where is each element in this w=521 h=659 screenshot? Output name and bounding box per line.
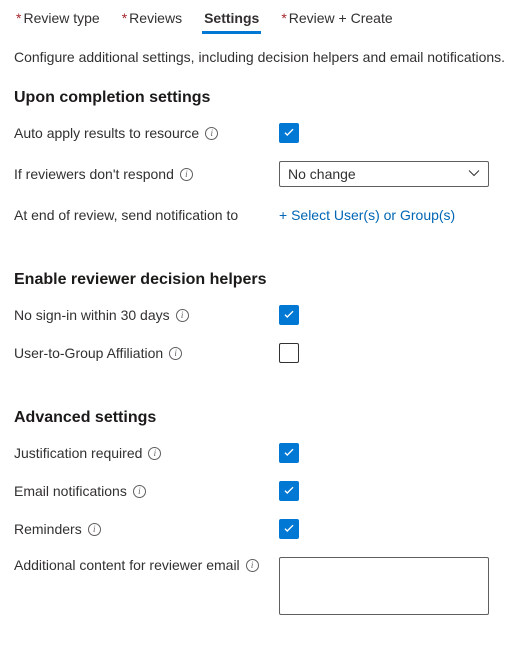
control-col — [279, 123, 507, 143]
label-col: Auto apply results to resource i — [14, 125, 279, 141]
tab-label: Settings — [204, 10, 259, 26]
label-col: No sign-in within 30 days i — [14, 307, 279, 323]
check-icon — [282, 446, 296, 460]
select-value: No change — [288, 166, 356, 182]
info-icon[interactable]: i — [148, 447, 161, 460]
row-additional-content: Additional content for reviewer email i — [0, 557, 521, 633]
tab-review-type[interactable]: *Review type — [14, 6, 102, 34]
check-icon — [282, 126, 296, 140]
additional-content-label: Additional content for reviewer email — [14, 557, 240, 573]
row-affiliation: User-to-Group Affiliation i — [0, 343, 521, 381]
no-respond-select[interactable]: No change — [279, 161, 489, 187]
required-marker: * — [16, 10, 21, 26]
row-email: Email notifications i — [0, 481, 521, 519]
label-col: Justification required i — [14, 445, 279, 461]
additional-content-textarea[interactable] — [279, 557, 489, 615]
email-checkbox[interactable] — [279, 481, 299, 501]
tab-reviews[interactable]: *Reviews — [120, 6, 184, 34]
row-no-respond: If reviewers don't respond i No change — [0, 161, 521, 205]
control-col: No change — [279, 161, 507, 187]
control-col — [279, 305, 507, 325]
label-col: At end of review, send notification to — [14, 207, 279, 223]
control-col: + Select User(s) or Group(s) — [279, 205, 507, 225]
tab-label: Review + Create — [289, 10, 393, 26]
no-signin-checkbox[interactable] — [279, 305, 299, 325]
info-icon[interactable]: i — [176, 309, 189, 322]
label-col: Additional content for reviewer email i — [14, 557, 279, 573]
no-respond-label: If reviewers don't respond — [14, 166, 174, 182]
no-signin-label: No sign-in within 30 days — [14, 307, 170, 323]
check-icon — [282, 484, 296, 498]
control-col — [279, 481, 507, 501]
info-icon[interactable]: i — [88, 523, 101, 536]
label-col: Reminders i — [14, 521, 279, 537]
tab-bar: *Review type *Reviews Settings *Review +… — [0, 0, 521, 35]
section-title-completion: Upon completion settings — [0, 89, 521, 123]
tab-review-create[interactable]: *Review + Create — [279, 6, 394, 34]
justification-label: Justification required — [14, 445, 142, 461]
check-icon — [282, 522, 296, 536]
check-icon — [282, 308, 296, 322]
section-title-advanced: Advanced settings — [0, 409, 521, 443]
info-icon[interactable]: i — [169, 347, 182, 360]
info-icon[interactable]: i — [205, 127, 218, 140]
justification-checkbox[interactable] — [279, 443, 299, 463]
info-icon[interactable]: i — [246, 559, 259, 572]
control-col — [279, 443, 507, 463]
control-col — [279, 557, 507, 615]
row-no-signin: No sign-in within 30 days i — [0, 305, 521, 343]
required-marker: * — [122, 10, 127, 26]
control-col — [279, 519, 507, 539]
label-col: Email notifications i — [14, 483, 279, 499]
end-notify-label: At end of review, send notification to — [14, 207, 238, 223]
tab-label: Review type — [23, 10, 99, 26]
row-reminders: Reminders i — [0, 519, 521, 557]
tab-label: Reviews — [129, 10, 182, 26]
control-col — [279, 343, 507, 363]
affiliation-label: User-to-Group Affiliation — [14, 345, 163, 361]
label-col: User-to-Group Affiliation i — [14, 345, 279, 361]
email-label: Email notifications — [14, 483, 127, 499]
intro-text: Configure additional settings, including… — [0, 35, 521, 89]
row-end-notify: At end of review, send notification to +… — [0, 205, 521, 243]
tab-settings[interactable]: Settings — [202, 6, 261, 34]
reminders-label: Reminders — [14, 521, 82, 537]
section-title-helpers: Enable reviewer decision helpers — [0, 271, 521, 305]
row-justification: Justification required i — [0, 443, 521, 481]
chevron-down-icon — [468, 166, 480, 182]
reminders-checkbox[interactable] — [279, 519, 299, 539]
required-marker: * — [281, 10, 286, 26]
affiliation-checkbox[interactable] — [279, 343, 299, 363]
select-users-link[interactable]: + Select User(s) or Group(s) — [279, 205, 455, 225]
auto-apply-label: Auto apply results to resource — [14, 125, 199, 141]
row-auto-apply: Auto apply results to resource i — [0, 123, 521, 161]
label-col: If reviewers don't respond i — [14, 166, 279, 182]
auto-apply-checkbox[interactable] — [279, 123, 299, 143]
info-icon[interactable]: i — [133, 485, 146, 498]
info-icon[interactable]: i — [180, 168, 193, 181]
